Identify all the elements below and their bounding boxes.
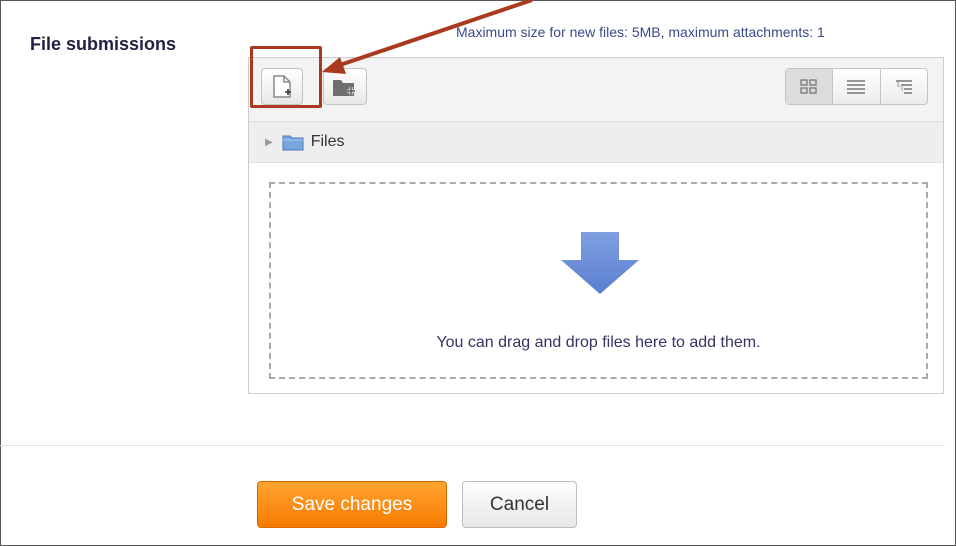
annotation-arrow-icon xyxy=(322,0,533,74)
